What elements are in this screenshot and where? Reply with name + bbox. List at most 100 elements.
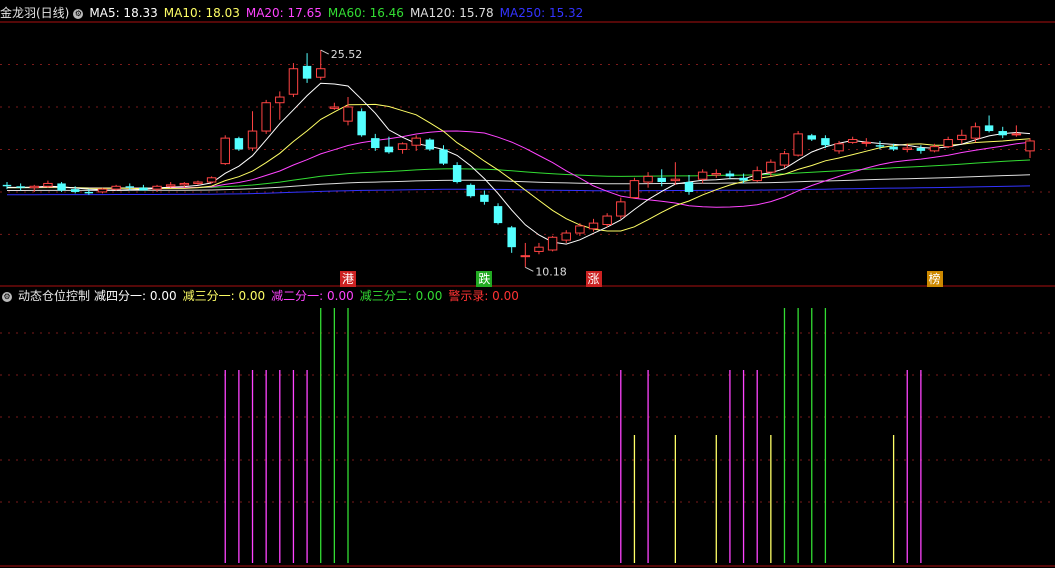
candle-body (670, 178, 681, 182)
candle-body (125, 186, 134, 188)
candle-body (697, 171, 708, 180)
event-badge: 港 (340, 271, 356, 287)
candle-body (397, 143, 408, 150)
candle-body (875, 145, 885, 147)
candle-body (329, 106, 340, 109)
candle-body (220, 137, 230, 165)
candle-body (302, 65, 312, 79)
candle-body (275, 96, 285, 104)
indicator-legend-item: 减二分一: 0.00 (271, 289, 354, 303)
indicator-legend-item: 减三分一: 0.00 (182, 289, 266, 303)
candle-body (834, 143, 844, 152)
candle-body (425, 139, 435, 150)
candle-body (452, 165, 462, 183)
candle-body (821, 138, 830, 146)
candle-body (957, 134, 967, 141)
candle-body (561, 232, 571, 241)
candle-body (739, 177, 748, 181)
candle-body (152, 185, 162, 190)
candle-body (261, 102, 271, 132)
candle-body (547, 236, 558, 251)
chart-canvas: 25.52 10.18 (0, 21, 1055, 567)
candle-body (657, 177, 666, 183)
indicator-legend: 减四分一: 0.00 减三分一: 0.00 减二分一: 0.00 减三分二: 0.00… (94, 289, 525, 303)
candle-body (70, 189, 80, 192)
stock-title[interactable]: 金龙羽(日线) (0, 6, 69, 20)
candle-body (629, 180, 640, 199)
candle-body (43, 182, 53, 187)
candle-body (916, 148, 926, 151)
high-label: 25.52 (331, 48, 363, 61)
indicator-legend-item: 减四分一: 0.00 (94, 289, 177, 303)
candle-body (984, 125, 994, 132)
candle-body (779, 153, 790, 166)
candle-body (16, 186, 25, 188)
low-label: 10.18 (535, 265, 567, 278)
settings-icon[interactable]: ⚙ (73, 8, 84, 19)
candle-body (466, 184, 475, 197)
ma-legend-item: MA10: 18.03 (163, 6, 240, 20)
candle-body (139, 187, 148, 191)
candle-body (371, 138, 380, 149)
candle-body (588, 222, 599, 230)
ma-legend-item: MA250: 15.32 (499, 6, 584, 20)
candle-body (766, 161, 776, 173)
indicator-title[interactable]: 动态仓位控制 (18, 289, 90, 303)
candle-body (943, 139, 953, 148)
candle-body (206, 177, 217, 183)
candle-body (480, 194, 489, 202)
ma-legend-item: MA5: 18.33 (89, 6, 158, 20)
candle-body (343, 106, 353, 122)
candle-body (575, 225, 585, 234)
candle-body (411, 137, 421, 146)
candle-body (847, 139, 858, 143)
candle-body (725, 173, 735, 177)
candle-body (793, 133, 803, 156)
ma60-line (7, 159, 1031, 189)
candle-body (616, 201, 626, 217)
settings-icon[interactable]: ⚙ (2, 291, 12, 302)
ma-legend-item: MA60: 16.46 (327, 6, 404, 20)
low-pointer (525, 266, 534, 272)
candle-body (752, 170, 762, 182)
candle-body (970, 126, 981, 139)
ma-legend: MA5: 18.33 MA10: 18.03 MA20: 17.65 MA60: 16… (89, 6, 589, 20)
event-badge: 榜 (926, 271, 943, 287)
event-badge: 跌 (476, 271, 493, 287)
candle-body (861, 141, 872, 144)
candle-body (2, 184, 12, 187)
candle-body (1025, 140, 1035, 152)
candle-body (493, 206, 503, 224)
indicator-legend-item: 警示录: 0.00 (448, 289, 519, 303)
candle-body (247, 130, 258, 149)
candle-body (807, 135, 816, 140)
candle-body (179, 182, 190, 186)
candle-body (507, 227, 516, 248)
main-header: 金龙羽(日线) ⚙ MA5: 18.33 MA10: 18.03 MA20: 17.65… (0, 4, 595, 22)
candle-body (84, 191, 94, 194)
ma-legend-item: MA20: 17.65 (245, 6, 322, 20)
indicator-legend-item: 减三分二: 0.00 (359, 289, 443, 303)
candle-body (29, 185, 40, 189)
candle-body (643, 175, 653, 183)
candle-body (315, 68, 326, 78)
candle-body (193, 181, 203, 184)
candle-body (684, 182, 694, 192)
candle-body (357, 111, 366, 136)
candle-body (534, 246, 544, 252)
candle-body (602, 215, 612, 226)
candle-body (439, 149, 448, 164)
ma10-line (7, 103, 1031, 232)
candle-body (889, 146, 898, 150)
indicator-header: ⚙ 动态仓位控制 减四分一: 0.00 减三分一: 0.00 减二分一: 0.00 减三分… (0, 287, 531, 305)
candle-body (111, 185, 121, 190)
candle-body (929, 146, 940, 152)
candle-body (288, 68, 299, 95)
candle-body (234, 138, 244, 150)
candle-body (97, 188, 108, 193)
candle-body (384, 146, 394, 153)
ma-legend-item: MA120: 15.78 (409, 6, 494, 20)
candle-body (711, 173, 722, 176)
event-badge: 涨 (585, 271, 602, 287)
candle-body (57, 183, 66, 191)
